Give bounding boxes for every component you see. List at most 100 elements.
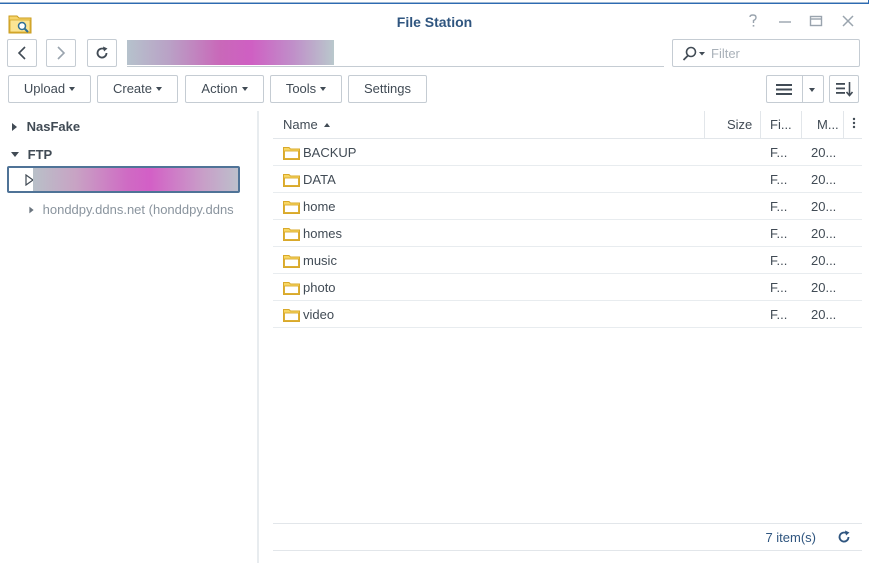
upload-button[interactable]: Upload	[8, 75, 91, 103]
chevron-down-icon	[320, 86, 327, 91]
table-header: Name Size Fi... M...	[273, 111, 862, 139]
file-name: BACKUP	[303, 145, 357, 160]
tree-node-ddns[interactable]: honddpy.ddns.net (honddpy.ddns	[29, 202, 240, 217]
folder-icon	[283, 147, 300, 160]
path-breadcrumb[interactable]	[127, 40, 334, 65]
create-button[interactable]: Create	[97, 75, 178, 103]
upload-label: Upload	[23, 81, 66, 96]
filter-placeholder: Filter	[711, 46, 740, 61]
filter-field[interactable]: Filter	[672, 39, 860, 67]
folder-icon	[283, 309, 300, 322]
file-type: F...	[770, 307, 788, 322]
tree-node-label	[33, 168, 238, 191]
view-mode-button[interactable]	[766, 75, 824, 103]
column-header-type[interactable]: Fi...	[762, 111, 792, 139]
status-bar: 7 item(s)	[273, 523, 862, 551]
action-toolbar: Upload Create Action Tools Settings	[0, 75, 869, 105]
folder-tree: NasFake FTP honddpy.ddns.net (honddpy.dd…	[0, 111, 257, 563]
file-type: F...	[770, 280, 788, 295]
tree-node-ftp[interactable]: FTP	[11, 147, 52, 162]
file-name: photo	[303, 280, 336, 295]
forward-button[interactable]	[46, 39, 76, 67]
sort-icon	[836, 82, 854, 97]
column-divider[interactable]	[704, 111, 705, 139]
sort-button[interactable]	[829, 75, 859, 103]
file-type: F...	[770, 226, 788, 241]
minimize-icon[interactable]	[776, 12, 794, 30]
back-button[interactable]	[7, 39, 37, 67]
chevron-right-icon	[57, 46, 66, 60]
table-row[interactable]: homes F... 20...	[273, 220, 862, 247]
folder-icon	[283, 255, 300, 268]
file-type: F...	[770, 145, 788, 160]
expand-arrow-icon[interactable]	[12, 123, 17, 131]
file-name: homes	[303, 226, 343, 241]
action-button[interactable]: Action	[185, 75, 264, 103]
folder-icon	[283, 228, 300, 241]
action-label: Action	[201, 81, 238, 96]
chevron-down-icon	[241, 86, 248, 91]
column-header-label: M...	[817, 117, 839, 132]
close-icon[interactable]	[839, 12, 857, 30]
tools-button[interactable]: Tools	[270, 75, 342, 103]
column-menu-button[interactable]	[843, 111, 856, 139]
refresh-button[interactable]	[87, 39, 117, 67]
table-row[interactable]: music F... 20...	[273, 247, 862, 274]
file-type: F...	[770, 199, 788, 214]
file-list: Name Size Fi... M... BACKUP F... 20... DATA…	[273, 111, 869, 563]
path-bar[interactable]	[127, 40, 664, 67]
settings-button[interactable]: Settings	[348, 75, 427, 103]
file-modified: 20...	[811, 253, 837, 268]
chevron-down-icon	[69, 86, 76, 91]
table-row[interactable]: photo F... 20...	[273, 274, 862, 301]
question-icon[interactable]	[744, 12, 762, 30]
file-modified: 20...	[811, 199, 837, 214]
chevron-down-icon[interactable]	[809, 88, 815, 92]
item-count: 7 item(s)	[765, 530, 816, 545]
file-modified: 20...	[811, 145, 837, 160]
file-name: home	[303, 199, 336, 214]
folder-icon	[283, 282, 300, 295]
tree-node-label: FTP	[27, 147, 53, 162]
window-top-border-inner	[0, 0, 868, 3]
tree-node-selected[interactable]	[7, 166, 240, 193]
file-name: music	[303, 253, 337, 268]
file-modified: 20...	[811, 226, 837, 241]
refresh-icon	[96, 46, 108, 59]
view-mode-divider	[802, 76, 803, 102]
table-row[interactable]: DATA F... 20...	[273, 166, 862, 193]
maximize-icon[interactable]	[807, 12, 825, 30]
navigation-toolbar: Filter	[0, 38, 869, 70]
file-modified: 20...	[811, 280, 837, 295]
column-header-name[interactable]: Name	[275, 111, 331, 139]
chevron-left-icon	[17, 46, 26, 60]
column-header-size[interactable]: Size	[719, 111, 752, 139]
file-modified: 20...	[811, 172, 837, 187]
title-bar: File Station	[0, 6, 869, 38]
refresh-icon[interactable]	[836, 529, 852, 545]
file-name: DATA	[303, 172, 336, 187]
file-modified: 20...	[811, 307, 837, 322]
list-view-icon	[776, 84, 792, 95]
window-top-border	[0, 0, 869, 4]
column-divider[interactable]	[801, 111, 802, 139]
column-header-modified[interactable]: M...	[809, 111, 839, 139]
tree-node-label: NasFake	[26, 119, 81, 134]
search-icon	[682, 46, 705, 61]
sort-ascending-icon	[324, 122, 331, 127]
window-title: File Station	[396, 14, 473, 30]
table-row[interactable]: home F... 20...	[273, 193, 862, 220]
column-header-label: Size	[727, 117, 753, 132]
table-row[interactable]: BACKUP F... 20...	[273, 139, 862, 166]
more-vertical-icon	[852, 117, 856, 129]
table-row[interactable]: video F... 20...	[273, 301, 862, 328]
collapse-arrow-icon[interactable]	[11, 152, 19, 157]
column-header-label: Name	[283, 117, 318, 132]
tree-node-nasfake[interactable]: NasFake	[12, 119, 80, 134]
panel-splitter[interactable]	[257, 111, 259, 563]
column-divider[interactable]	[760, 111, 761, 139]
chevron-down-icon	[156, 86, 163, 91]
create-label: Create	[112, 81, 153, 96]
expand-arrow-icon[interactable]	[29, 206, 34, 214]
file-type: F...	[770, 172, 788, 187]
